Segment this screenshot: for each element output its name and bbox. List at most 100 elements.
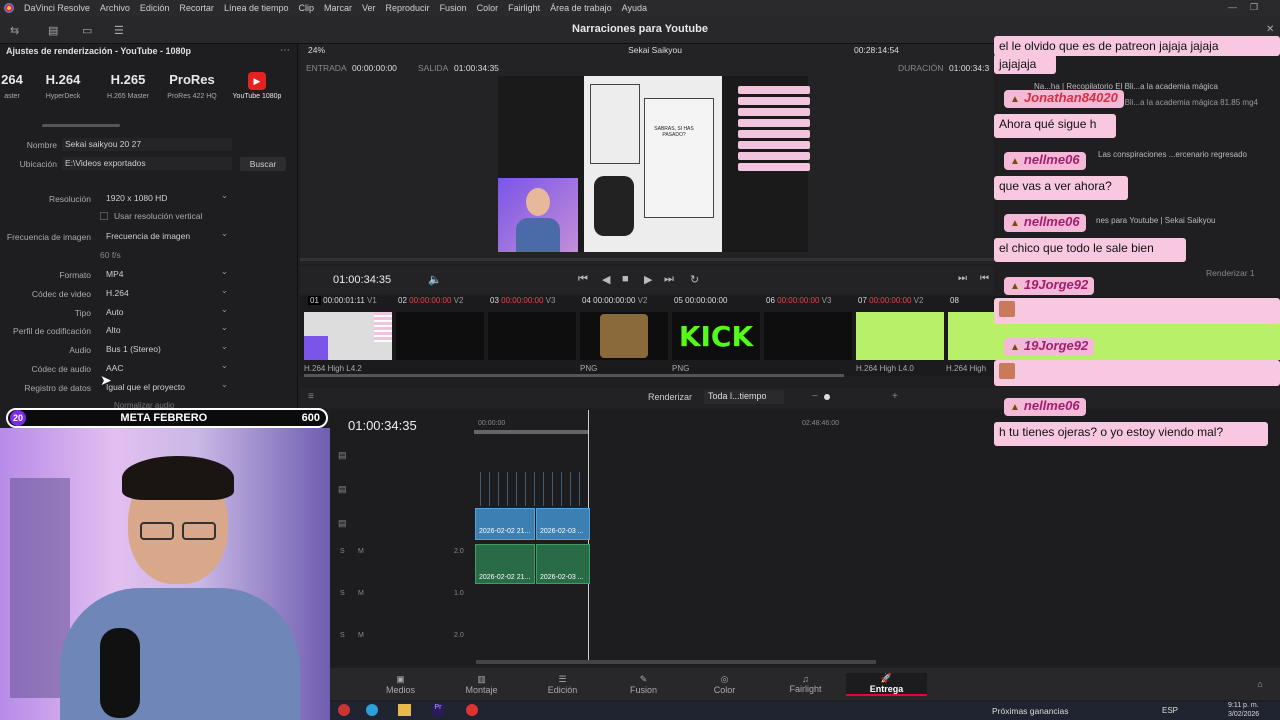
tab-fusion[interactable]: ✎ Fusion — [603, 674, 684, 695]
clip-thumb-kick[interactable]: KICK — [672, 312, 760, 360]
tab-edicion[interactable]: ☰ Edición — [522, 674, 603, 695]
a3-solo[interactable]: S — [340, 632, 345, 639]
earnings-widget[interactable]: Próximas ganancias — [992, 706, 1069, 716]
preset-prores[interactable]: ProRes ProRes 422 HQ — [164, 72, 220, 100]
menu-ayuda[interactable]: Ayuda — [622, 3, 647, 13]
play-icon[interactable]: ▶ — [644, 273, 652, 286]
home-icon[interactable]: ⌂ — [1240, 679, 1280, 689]
go-to-end-icon[interactable]: ⏭ — [664, 273, 674, 286]
app-icon-1[interactable] — [338, 704, 350, 716]
close-icon[interactable]: ✕ — [1266, 24, 1274, 35]
timeline-scrollbar[interactable] — [476, 660, 876, 664]
media-pool-icon[interactable]: ▤ — [48, 24, 58, 37]
timeline-options-icon[interactable]: ≡ — [308, 391, 314, 402]
menu-reproducir[interactable]: Reproducir — [386, 3, 430, 13]
next-marker-icon[interactable]: ⏭ — [958, 273, 967, 284]
menu-area-trabajo[interactable]: Área de trabajo — [550, 3, 612, 13]
clip-thumb-6[interactable] — [764, 312, 852, 360]
clip-5-tc: 00:00:00:00 — [685, 296, 728, 305]
menu-recortar[interactable]: Recortar — [179, 3, 214, 13]
clips-icon[interactable]: ▭ — [82, 24, 92, 37]
preset-scrollbar[interactable] — [42, 124, 120, 127]
clip-thumb-2[interactable] — [396, 312, 484, 360]
framerate-dropdown[interactable]: Frecuencia de imagen — [102, 228, 232, 243]
menu-ver[interactable]: Ver — [362, 3, 376, 13]
preset-youtube[interactable]: ▶ YouTube 1080p — [228, 72, 286, 100]
folder-icon[interactable] — [398, 704, 411, 716]
preset-master[interactable]: 264 aster — [0, 72, 24, 100]
zoom-out-icon[interactable]: − — [812, 391, 818, 402]
menu-app[interactable]: DaVinci Resolve — [24, 3, 90, 13]
audio-clip-a[interactable]: 2026-02-02 21... — [475, 544, 535, 584]
clip-thumb-1[interactable] — [304, 312, 392, 360]
restore-icon[interactable]: ❐ — [1250, 2, 1258, 13]
minimize-icon[interactable]: — — [1228, 2, 1237, 12]
encoding-profile-dropdown[interactable]: Alto — [102, 322, 232, 337]
preset-hyperdeck[interactable]: H.264 HyperDeck — [38, 72, 88, 100]
viewer-scrubber[interactable] — [300, 258, 994, 261]
clock-date[interactable]: 3/02/2026 — [1228, 711, 1259, 718]
play-reverse-icon[interactable]: ◀ — [602, 273, 610, 286]
language-indicator[interactable]: ESP — [1162, 706, 1178, 715]
video-clip-b[interactable]: 2026-02-03 ... — [536, 508, 590, 540]
menu-clip[interactable]: Clip — [298, 3, 314, 13]
render-range-dropdown[interactable]: Toda l...tiempo — [704, 390, 784, 404]
menu-archivo[interactable]: Archivo — [100, 3, 130, 13]
edge-icon[interactable] — [366, 704, 378, 716]
menu-marcar[interactable]: Marcar — [324, 3, 352, 13]
tab-montaje[interactable]: ▥ Montaje — [441, 674, 522, 695]
a1-solo[interactable]: S — [340, 548, 345, 555]
name-field[interactable]: Sekai saikyou 20 27 — [62, 138, 232, 151]
data-levels-dropdown[interactable]: Igual que el proyecto — [102, 379, 232, 394]
menu-edicion[interactable]: Edición — [140, 3, 170, 13]
tab-fairlight[interactable]: ♫ Fairlight — [765, 674, 846, 694]
clip-thumb-4[interactable] — [580, 312, 668, 360]
more-options-icon[interactable]: ⋯ — [280, 45, 290, 56]
clock-time[interactable]: 9:11 p. m. — [1228, 702, 1259, 709]
menu-color[interactable]: Color — [477, 3, 499, 13]
video-codec-dropdown[interactable]: H.264 — [102, 285, 232, 300]
a2-solo[interactable]: S — [340, 590, 345, 597]
chat-user-jorge-2: ▲ 19Jorge92 — [1004, 338, 1095, 356]
app-icon-2[interactable] — [466, 704, 478, 716]
format-dropdown[interactable]: MP4 — [102, 266, 232, 281]
menu-fairlight[interactable]: Fairlight — [508, 3, 540, 13]
clip-thumb-7[interactable] — [856, 312, 944, 360]
stop-icon[interactable]: ■ — [622, 273, 629, 285]
type-dropdown[interactable]: Auto — [102, 304, 232, 319]
premiere-icon[interactable]: Pr — [432, 704, 444, 716]
audio-clip-b[interactable]: 2026-02-03 ... — [536, 544, 590, 584]
chat-message-2: Ahora qué sigue h — [994, 114, 1116, 138]
preset-h265[interactable]: H.265 H.265 Master — [100, 72, 156, 100]
a3-mute[interactable]: M — [358, 632, 364, 639]
audio-dropdown[interactable]: Bus 1 (Stereo) — [102, 341, 232, 356]
prev-marker-icon[interactable]: ⏮ — [980, 273, 989, 284]
vertical-res-checkbox[interactable] — [100, 212, 108, 220]
menu-fusion[interactable]: Fusion — [440, 3, 467, 13]
loop-icon[interactable]: ↻ — [690, 273, 699, 286]
clip-thumb-3[interactable] — [488, 312, 576, 360]
menu-linea-tiempo[interactable]: Línea de tiempo — [224, 3, 289, 13]
video-clip-a[interactable]: 2026-02-02 21... — [475, 508, 535, 540]
location-field[interactable]: E:\Videos exportados — [62, 157, 232, 170]
zoom-level[interactable]: 24% — [308, 45, 325, 55]
clip-strip-scrollbar[interactable] — [304, 374, 844, 377]
zoom-slider-handle[interactable] — [824, 394, 830, 400]
tab-entrega[interactable]: 🚀 Entrega — [846, 672, 927, 696]
track-v2-clips[interactable] — [480, 472, 588, 506]
list-icon[interactable]: ☰ — [114, 24, 124, 37]
tab-color[interactable]: ◎ Color — [684, 674, 765, 695]
zoom-in-icon[interactable]: + — [892, 391, 898, 402]
timeline-name[interactable]: Sekai Saikyou — [600, 45, 710, 55]
audio-codec-dropdown[interactable]: AAC — [102, 360, 232, 375]
volume-icon[interactable]: 🔈 — [428, 273, 442, 286]
in-out-range-bar[interactable] — [474, 430, 588, 434]
panel-toggle-icon[interactable]: ⇆ — [10, 24, 19, 37]
resolution-dropdown[interactable]: 1920 x 1080 HD — [102, 190, 232, 205]
render-queue-button[interactable]: Renderizar 1 — [1206, 268, 1255, 278]
go-to-start-icon[interactable]: ⏮ — [578, 273, 588, 286]
a1-mute[interactable]: M — [358, 548, 364, 555]
tab-medios[interactable]: ▣ Medios — [360, 674, 441, 695]
browse-button[interactable]: Buscar — [240, 157, 286, 171]
a2-mute[interactable]: M — [358, 590, 364, 597]
